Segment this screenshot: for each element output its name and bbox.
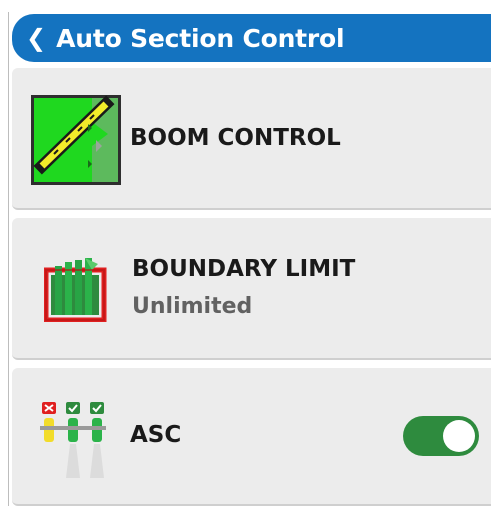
boundary-limit-value: Unlimited	[132, 294, 253, 319]
settings-list: BOOM CONTROL BOUNDARY LIMIT Unlimited AS…	[12, 68, 491, 506]
page-title: Auto Section Control	[56, 23, 345, 53]
boom-control-row[interactable]: BOOM CONTROL	[12, 68, 491, 210]
screen: ❮ Auto Section Control BOOM CONTROL BOUN…	[0, 0, 491, 506]
left-border	[8, 12, 9, 506]
chevron-left-icon: ❮	[26, 24, 47, 52]
boom-control-icon	[31, 95, 121, 185]
asc-toggle[interactable]	[403, 416, 479, 456]
boom-control-label: BOOM CONTROL	[130, 125, 341, 151]
toggle-knob	[443, 420, 475, 452]
asc-row: ASC	[12, 368, 491, 506]
boundary-limit-icon	[44, 258, 107, 322]
asc-sections-icon	[40, 402, 106, 478]
boundary-limit-label: BOUNDARY LIMIT	[132, 256, 356, 282]
header-back-button[interactable]: ❮ Auto Section Control	[12, 14, 491, 62]
boundary-limit-row[interactable]: BOUNDARY LIMIT Unlimited	[12, 218, 491, 360]
asc-label: ASC	[130, 422, 182, 448]
